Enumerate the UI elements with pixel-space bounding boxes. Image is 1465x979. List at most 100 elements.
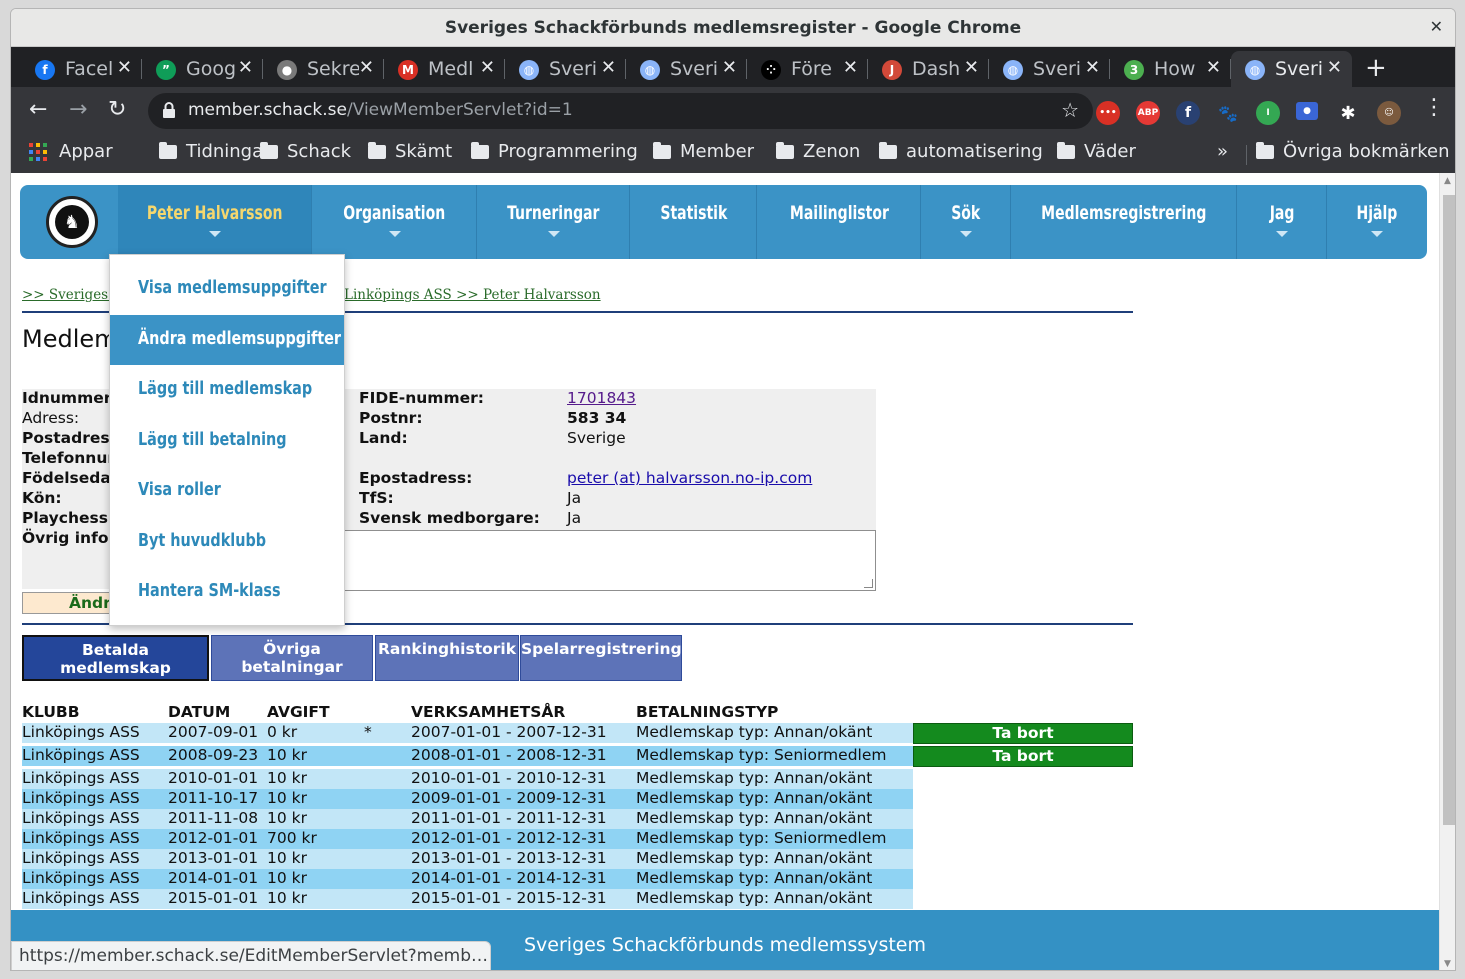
cell-fee: 10 kr (267, 769, 307, 787)
bookmark-folder-7[interactable]: Väder (1057, 141, 1136, 162)
bookmark-other[interactable]: Övriga bokmärken (1256, 141, 1450, 162)
dropdown-item-3[interactable]: Lägg till betalning (110, 416, 344, 466)
folder-icon (368, 141, 386, 159)
profile-avatar[interactable]: ☺ (1377, 101, 1401, 125)
cell-date: 2013-01-01 (168, 849, 259, 867)
nav-menu-3[interactable]: Statistik (630, 185, 757, 259)
address-bar[interactable]: member.schack.se/ViewMemberServlet?id=1 … (148, 93, 1093, 129)
bookmark-folder-0[interactable]: Tidningar (159, 141, 271, 162)
cell-date: 2012-01-01 (168, 829, 259, 847)
lastpass-icon[interactable]: ••• (1096, 101, 1120, 125)
page-tab-0[interactable]: Betalda medlemskap (22, 635, 209, 681)
resize-grip-icon[interactable] (864, 579, 873, 588)
breadcrumb-end[interactable]: Linköpings ASS >> Peter Halvarsson (344, 287, 601, 303)
extensions-puzzle-icon[interactable]: ✱ (1336, 101, 1360, 125)
bookmark-apps-label: Appar (59, 141, 113, 162)
tab-close-icon[interactable]: ✕ (117, 57, 132, 78)
nav-menu-7[interactable]: Jag (1237, 185, 1327, 259)
bookmark-folder-5[interactable]: Zenon (776, 141, 860, 162)
nav-menu-1[interactable]: Organisation (312, 185, 477, 259)
reload-icon[interactable]: ↻ (108, 97, 126, 122)
dropdown-item-1[interactable]: Ändra medlemsuppgifter (110, 314, 344, 365)
grammar-icon[interactable]: I (1256, 101, 1280, 125)
fide-link[interactable]: 1701843 (567, 389, 636, 407)
tab-close-icon[interactable]: ✕ (238, 57, 253, 78)
adblock-icon[interactable]: ABP (1136, 101, 1160, 125)
edit-member-button[interactable]: Ändra (22, 592, 121, 614)
scroll-down-icon[interactable]: ▼ (1444, 959, 1451, 969)
bookmark-folder-3[interactable]: Programmering (471, 141, 638, 162)
page-tab-1[interactable]: Övriga betalningar (211, 635, 373, 681)
tab-3[interactable]: M Medl ✕ (384, 51, 505, 87)
tab-0[interactable]: f Facel ✕ (21, 51, 142, 87)
nav-menu-4[interactable]: Mailinglistor (757, 185, 921, 259)
new-tab-button[interactable]: + (1365, 53, 1387, 83)
email-link[interactable]: peter (at) halvarsson.no-ip.com (567, 469, 812, 487)
bookmark-folder-6[interactable]: automatisering (879, 141, 1043, 162)
chess-federation-logo[interactable]: ♞ (46, 196, 98, 248)
bookmark-folder-4[interactable]: Member (653, 141, 754, 162)
bookmark-star-icon[interactable]: ☆ (1061, 98, 1079, 122)
folder-icon (1256, 141, 1274, 159)
nav-menu-2[interactable]: Turneringar (477, 185, 630, 259)
forward-icon[interactable]: → (69, 97, 87, 122)
nav-menu-8[interactable]: Hjälp (1327, 185, 1427, 259)
nav-menu-0[interactable]: Peter Halvarsson (118, 185, 312, 259)
dropdown-item-4[interactable]: Visa roller (110, 466, 344, 516)
tab-4[interactable]: ◍ Sveri ✕ (505, 51, 626, 87)
dropdown-item-5[interactable]: Byt huvudklubb (110, 517, 344, 567)
window-close-icon[interactable]: ✕ (1430, 17, 1443, 36)
bookmark-apps[interactable]: Appar (29, 141, 113, 162)
tab-close-icon[interactable]: ✕ (601, 57, 616, 78)
scrollbar-thumb[interactable] (1443, 195, 1455, 825)
nav-menu-5[interactable]: Sök (921, 185, 1011, 259)
tab-close-icon[interactable]: ✕ (722, 57, 737, 78)
tab-close-icon[interactable]: ✕ (359, 57, 374, 78)
tab-9[interactable]: 3 How ✕ (1110, 51, 1231, 87)
tab-close-icon[interactable]: ✕ (843, 57, 858, 78)
tab-7[interactable]: J Dash ✕ (868, 51, 989, 87)
dropdown-item-0[interactable]: Visa medlemsuppgifter (110, 264, 344, 314)
table-row: Linköpings ASS 2011-11-08 10 kr 2011-01-01 … (22, 809, 913, 829)
tab-6[interactable]: ⁘ Före ✕ (747, 51, 868, 87)
scroll-up-icon[interactable]: ▲ (1444, 176, 1451, 186)
dropdown-item-label: Ändra medlemsuppgifter (138, 327, 342, 349)
delete-button[interactable]: Ta bort (913, 746, 1133, 767)
other-info-textarea[interactable] (339, 530, 876, 591)
tab-close-icon[interactable]: ✕ (1085, 57, 1100, 78)
dropdown-item-label: Lägg till medlemskap (138, 378, 313, 399)
bookmark-folder-2[interactable]: Skämt (368, 141, 452, 162)
page-tab-2[interactable]: Rankinghistorik (375, 635, 519, 681)
cell-type: Medlemskap typ: Seniormedlem (636, 746, 887, 764)
tab-10[interactable]: ◍ Sveri ✕ (1231, 51, 1352, 87)
tab-close-icon[interactable]: ✕ (480, 57, 495, 78)
tab-close-icon[interactable]: ✕ (1327, 57, 1342, 78)
bookmark-folder-1[interactable]: Schack (260, 141, 351, 162)
delete-button[interactable]: Ta bort (913, 723, 1133, 744)
tab-label: Sveri (549, 58, 598, 80)
fedora-icon[interactable]: f (1176, 101, 1200, 125)
dropdown-item-2[interactable]: Lägg till medlemskap (110, 365, 344, 415)
vertical-scrollbar[interactable]: ▲ ▼ (1439, 173, 1455, 970)
screen-capture-icon[interactable]: ● (1296, 102, 1318, 120)
tab-5[interactable]: ◍ Sveri ✕ (626, 51, 747, 87)
bookmarks-more-button[interactable]: » (1217, 141, 1228, 162)
back-icon[interactable]: ← (29, 97, 47, 122)
bookmark-other-label: Övriga bokmärken (1283, 141, 1450, 162)
member-field-label: Kön: (22, 489, 62, 507)
page-tab-3[interactable]: Spelarregistrering (520, 635, 682, 681)
tab-2[interactable]: ● Sekre ✕ (263, 51, 384, 87)
member-field-label: Idnummer: (22, 389, 118, 407)
tab-1[interactable]: ” Goog ✕ (142, 51, 263, 87)
nav-menu-6[interactable]: Medlemsregistrering (1011, 185, 1237, 259)
land-value: Sverige (567, 429, 626, 447)
dropdown-item-6[interactable]: Hantera SM-klass (110, 567, 344, 617)
bookmarks-bar: Appar » Övriga bokmärken Tidningar Schack… (11, 135, 1455, 173)
tab-close-icon[interactable]: ✕ (1206, 57, 1221, 78)
cell-fee: 10 kr (267, 809, 307, 827)
folder-icon (159, 141, 177, 159)
tab-8[interactable]: ◍ Sveri ✕ (989, 51, 1110, 87)
tab-close-icon[interactable]: ✕ (964, 57, 979, 78)
gnome-icon[interactable]: 🐾 (1216, 101, 1240, 125)
menu-kebab-icon[interactable]: ⋮ (1423, 95, 1445, 120)
